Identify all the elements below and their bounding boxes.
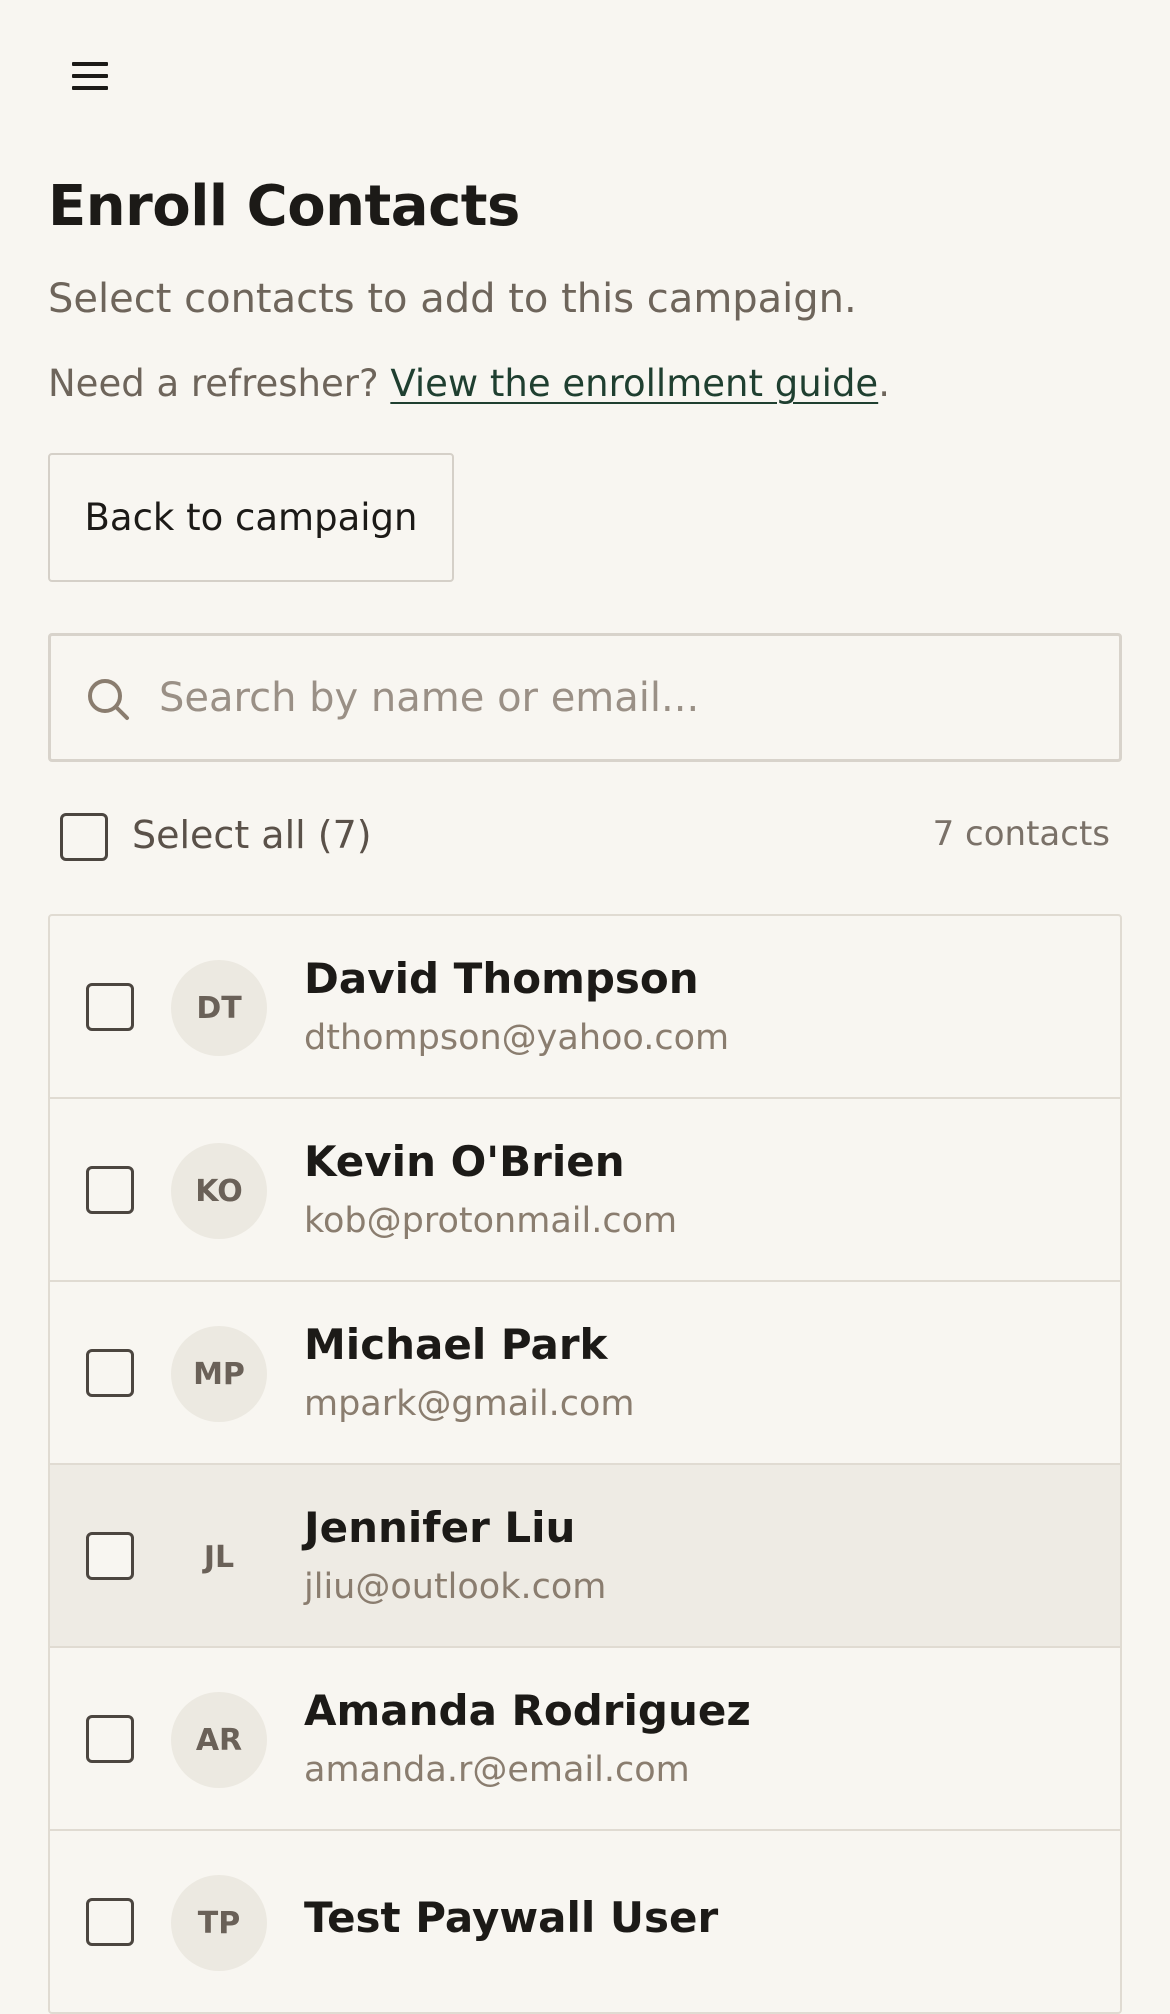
search-box [48,633,1122,762]
contact-checkbox[interactable] [86,1715,134,1763]
contact-row[interactable]: AR Amanda Rodriguez amanda.r@email.com [50,1648,1120,1831]
avatar: MP [171,1326,267,1422]
contact-count: 7 contacts [932,814,1110,854]
contact-email: jliu@outlook.com [304,1567,607,1607]
contact-checkbox[interactable] [86,1898,134,1946]
contact-name: Michael Park [304,1320,608,1369]
contact-list: DT David Thompson dthompson@yahoo.com KO… [48,914,1122,2014]
select-all-row: Select all (7) 7 contacts [48,800,1122,874]
contact-row[interactable]: MP Michael Park mpark@gmail.com [50,1282,1120,1465]
contact-email: mpark@gmail.com [304,1384,635,1424]
contact-row[interactable]: TP Test Paywall User [50,1831,1120,2012]
select-all-label[interactable]: Select all (7) [132,813,372,857]
contact-checkbox[interactable] [86,983,134,1031]
avatar: DT [171,960,267,1056]
avatar: KO [171,1143,267,1239]
menu-button[interactable] [64,50,116,102]
contact-checkbox[interactable] [86,1166,134,1214]
avatar: JL [171,1509,267,1605]
contact-name: Amanda Rodriguez [304,1686,751,1735]
hamburger-menu-icon [72,62,108,90]
enrollment-guide-link[interactable]: View the enrollment guide [390,362,878,405]
contact-name: David Thompson [304,954,699,1003]
contact-email: kob@protonmail.com [304,1201,678,1241]
page-title: Enroll Contacts [48,174,520,239]
contact-name: Kevin O'Brien [304,1137,625,1186]
contact-row[interactable]: DT David Thompson dthompson@yahoo.com [50,916,1120,1099]
contact-email: dthompson@yahoo.com [304,1018,730,1058]
search-input[interactable] [159,636,1099,759]
avatar: AR [171,1692,267,1788]
back-to-campaign-button[interactable]: Back to campaign [48,453,454,582]
page-subtitle: Select contacts to add to this campaign. [48,276,857,322]
contact-email: amanda.r@email.com [304,1750,690,1790]
refresher-suffix: . [878,362,890,405]
contact-name: Test Paywall User [304,1893,719,1942]
refresher-prefix: Need a refresher? [48,362,391,405]
contact-checkbox[interactable] [86,1349,134,1397]
refresher-text: Need a refresher? View the enrollment gu… [48,362,890,405]
contact-name: Jennifer Liu [304,1503,576,1552]
contact-row[interactable]: JL Jennifer Liu jliu@outlook.com [50,1465,1120,1648]
search-icon [88,679,129,720]
avatar: TP [171,1875,267,1971]
contact-checkbox[interactable] [86,1532,134,1580]
select-all-checkbox[interactable] [60,813,108,861]
contact-row[interactable]: KO Kevin O'Brien kob@protonmail.com [50,1099,1120,1282]
